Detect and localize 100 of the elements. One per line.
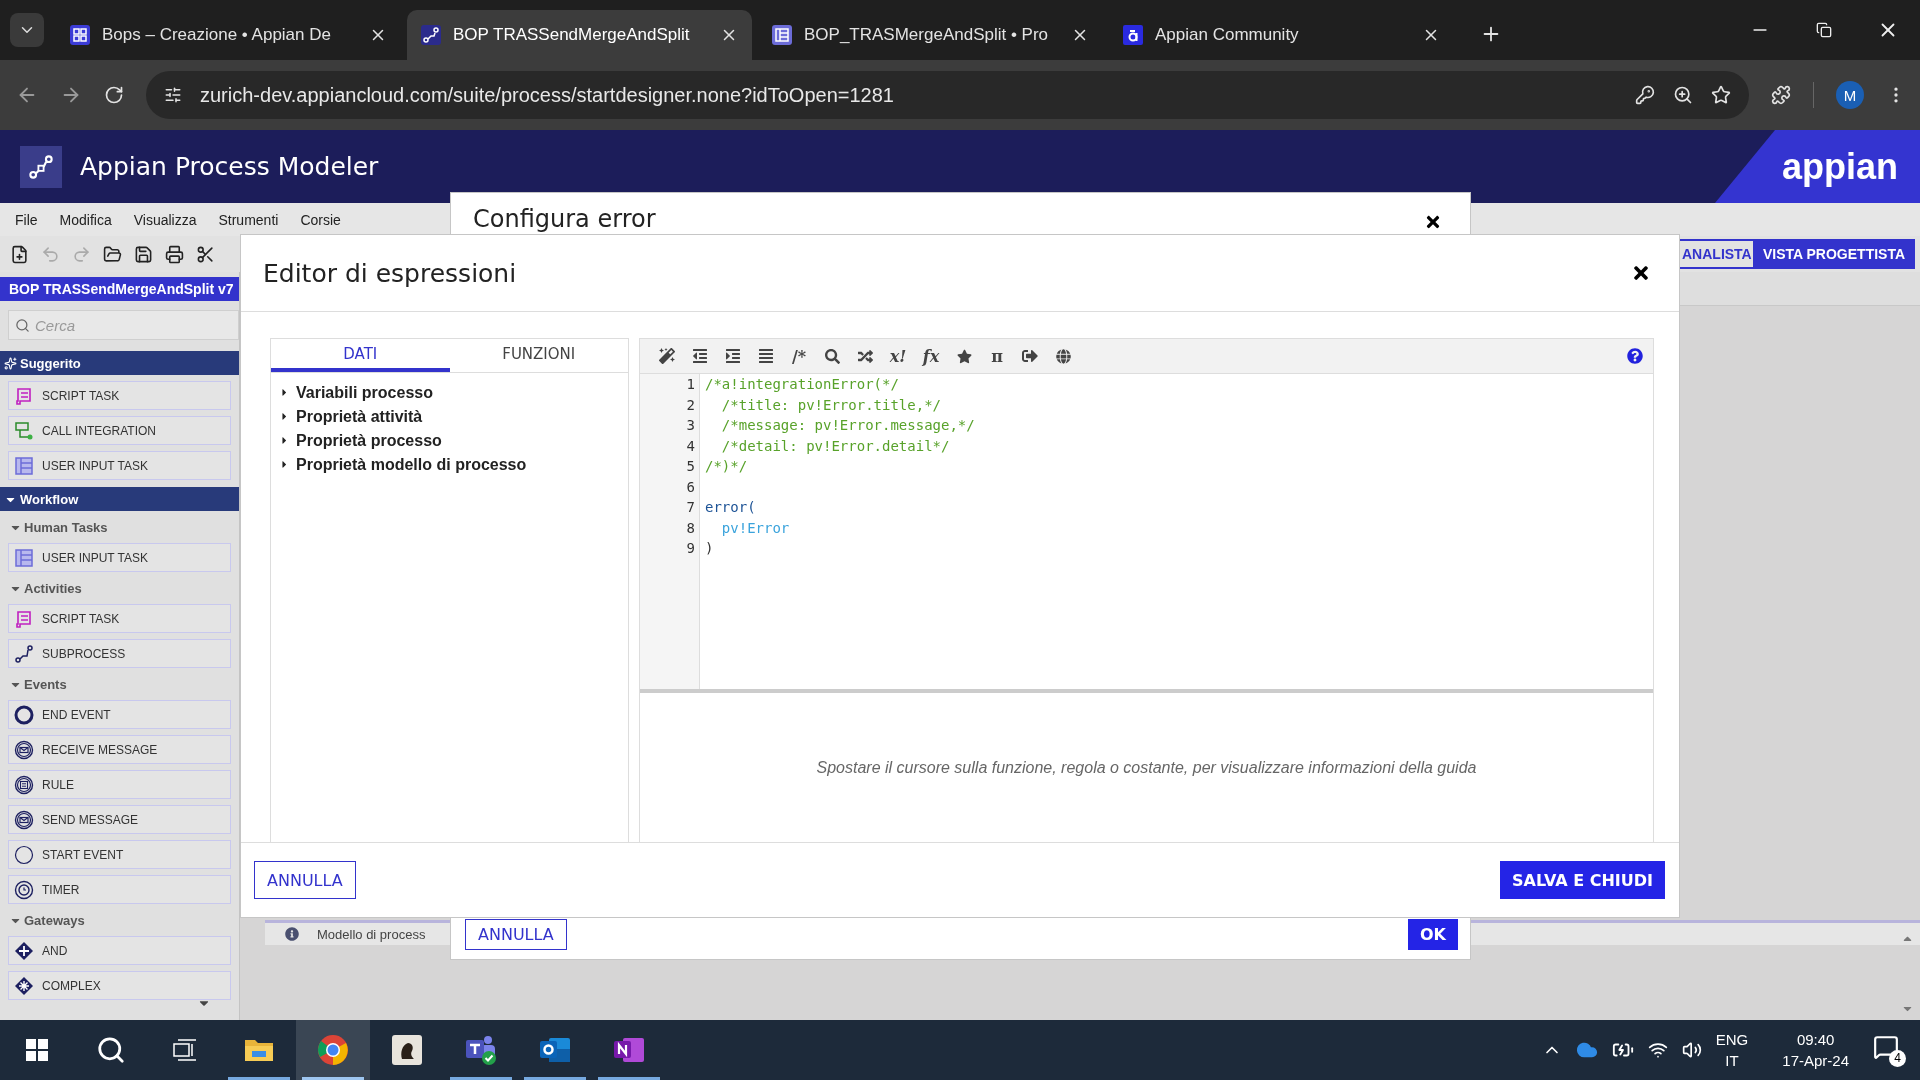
palette-item[interactable]: SEND MESSAGE (8, 805, 231, 834)
ok-button[interactable]: OK (1408, 919, 1458, 950)
group-header[interactable]: Human Tasks (0, 514, 239, 540)
line-number: 8 (686, 519, 695, 538)
info-icon (285, 927, 299, 941)
community-icon (1123, 25, 1143, 45)
help-text: Spostare il cursore sulla funzione, regola o costante, per visualizzare informazioni della guida (816, 758, 1477, 777)
clock-time[interactable]: 09:40 (1796, 1031, 1835, 1048)
section-header[interactable]: Workflow (0, 487, 239, 511)
section-title: Workflow (20, 491, 79, 507)
dialog-title: Configura error (472, 204, 656, 233)
section-header[interactable]: Suggerito (0, 351, 239, 375)
zoom-icon (1673, 85, 1693, 105)
cancel-button[interactable]: ANNULLA (254, 861, 356, 899)
group-title: Events (24, 676, 67, 692)
palette-item[interactable]: AND (8, 936, 231, 965)
line-number: 2 (686, 396, 695, 415)
print-icon[interactable] (165, 244, 184, 264)
tab-search-button[interactable] (10, 13, 44, 47)
palette-item[interactable]: SCRIPT TASK (8, 604, 231, 633)
group-header[interactable]: Gateways (0, 907, 239, 933)
line-number: 6 (686, 478, 695, 497)
tree-label: Proprietà attività (296, 407, 423, 426)
browser-icon (317, 1034, 349, 1066)
brand-logo: appian (1715, 130, 1920, 203)
profile-avatar[interactable]: M (1836, 81, 1864, 109)
key-icon (1635, 85, 1655, 105)
palette-item[interactable]: USER INPUT TASK (8, 451, 231, 480)
factorial-button[interactable]: x! (887, 346, 909, 366)
cut-icon[interactable] (196, 244, 215, 264)
palette-item[interactable]: RULE (8, 770, 231, 799)
help-icon[interactable] (1627, 348, 1643, 364)
menu-item[interactable]: Modifica (59, 211, 112, 228)
code-line: /*a!integrationError(*/ (705, 376, 900, 394)
notification-count: 4 (1889, 1049, 1906, 1067)
flow-icon (421, 25, 441, 45)
palette-item[interactable]: SUBPROCESS (8, 639, 231, 668)
reload-icon[interactable] (104, 85, 124, 105)
export-icon[interactable] (1019, 348, 1041, 364)
palette-item[interactable]: CALL INTEGRATION (8, 416, 231, 445)
browser-tab[interactable]: Bops – Creazione • Appian De (56, 10, 401, 60)
keyboard-layout[interactable]: IT (1725, 1052, 1739, 1069)
search-field[interactable]: Cerca (8, 310, 239, 340)
save-icon[interactable] (134, 244, 153, 264)
close-icon[interactable] (1631, 263, 1651, 283)
palette-item[interactable]: TIMER (8, 875, 231, 904)
menu-item[interactable]: Visualizza (133, 211, 197, 228)
line-number: 1 (686, 376, 695, 394)
menu-item[interactable]: Strumenti (218, 211, 279, 228)
code-line: ) (705, 540, 715, 558)
palette-item[interactable]: RECEIVE MESSAGE (8, 735, 231, 764)
browser-tab[interactable]: BOP TRASSendMergeAndSplit (407, 10, 752, 60)
view-toggle[interactable]: VISTA PROGETTISTA (1755, 239, 1915, 269)
menu-item[interactable]: Corsie (300, 211, 341, 228)
tree-item[interactable]: Proprietà attività (279, 407, 628, 426)
group-header[interactable]: Events (0, 671, 239, 697)
form-icon (14, 455, 34, 476)
complex-gateway-icon (14, 975, 34, 996)
language-indicator[interactable]: ENG (1715, 1031, 1749, 1048)
palette-item[interactable]: SCRIPT TASK (8, 381, 231, 410)
panel-tab[interactable]: DATI (271, 339, 450, 372)
tree-label: Proprietà processo (296, 431, 442, 450)
constant-button[interactable]: π (986, 346, 1008, 366)
code-line: /*detail: pv!Error.detail*/ (720, 437, 951, 456)
browser-tab[interactable]: Appian Community (1109, 10, 1454, 60)
function-button[interactable]: fx (920, 346, 942, 366)
tree-item[interactable]: Variabili processo (279, 383, 628, 402)
comment-button[interactable]: /* (788, 346, 810, 366)
extensions-icon[interactable] (1771, 85, 1791, 105)
panel-tab[interactable]: FUNZIONI (449, 339, 628, 372)
menu-item[interactable]: File (15, 211, 38, 228)
clock-date[interactable]: 17-Apr-24 (1782, 1052, 1849, 1069)
sparkle-icon (4, 356, 17, 370)
palette-item[interactable]: START EVENT (8, 840, 231, 869)
wifi-icon (1647, 1040, 1668, 1060)
palette-item[interactable]: USER INPUT TASK (8, 543, 231, 572)
dialog-title: Editor di espressioni (263, 258, 517, 288)
magic-wand-icon[interactable] (656, 348, 678, 364)
flow-logo-icon (20, 145, 62, 188)
view-toggle[interactable]: ANALISTA (1680, 239, 1755, 269)
group-header[interactable]: Activities (0, 575, 239, 601)
palette-item[interactable]: END EVENT (8, 700, 231, 729)
cancel-button[interactable]: ANNULLA (465, 919, 567, 950)
browser-tab[interactable]: BOP_TRASMergeAndSplit • Pro (758, 10, 1103, 60)
close-icon[interactable] (1424, 213, 1442, 231)
address-bar[interactable]: zurich-dev.appiancloud.com/suite/process/startdesigner.none?idToOpen=1281 (146, 71, 1749, 119)
new-file-icon[interactable] (10, 244, 29, 264)
script-task-icon (14, 385, 34, 406)
palette-item[interactable]: COMPLEX (8, 971, 231, 1000)
line-number: 7 (686, 499, 695, 517)
group-title: Human Tasks (24, 519, 108, 535)
status-text: Modello di process (317, 926, 426, 942)
tree-item[interactable]: Proprietà processo (279, 431, 628, 450)
envelope-icon (14, 809, 34, 830)
group-title: Gateways (24, 912, 85, 928)
line-number: 5 (686, 458, 695, 476)
code-line: pv!Error (720, 519, 791, 538)
tree-item[interactable]: Proprietà modello di processo (279, 455, 628, 474)
save-and-close-button[interactable]: SALVA E CHIUDI (1500, 861, 1665, 899)
open-folder-icon[interactable] (103, 244, 122, 264)
